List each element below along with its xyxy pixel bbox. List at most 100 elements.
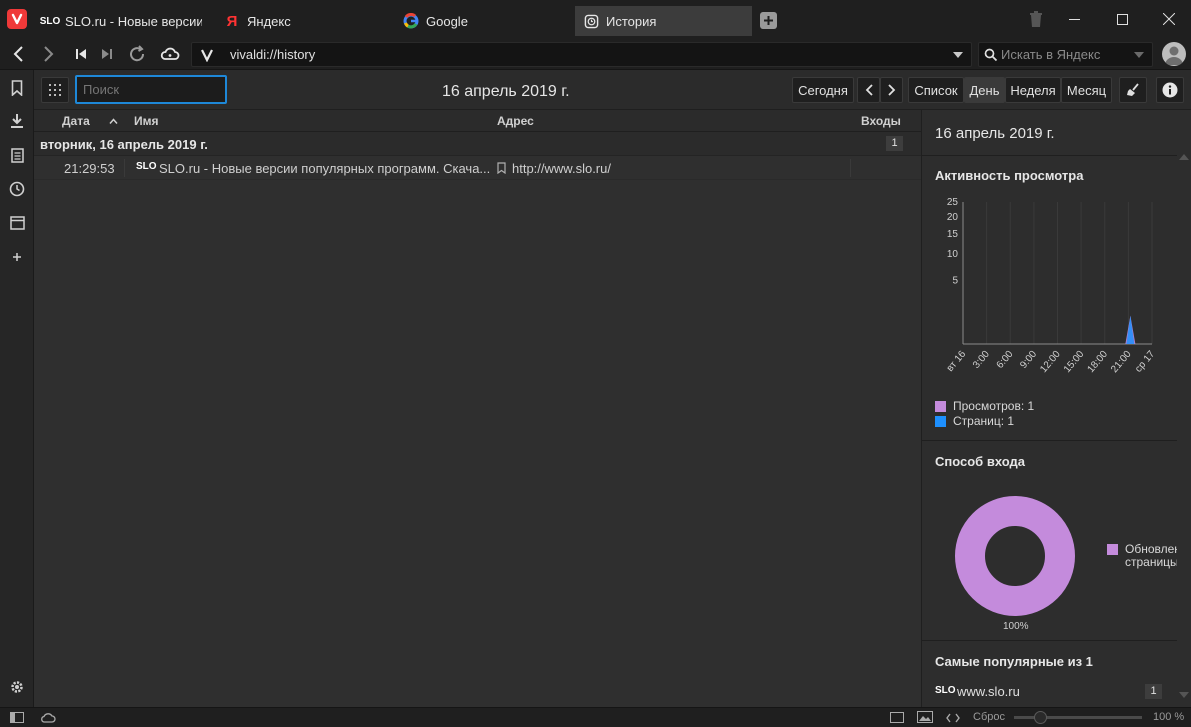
chevron-down-icon[interactable]	[1134, 52, 1144, 58]
plus-icon	[13, 253, 21, 261]
view-toolbar: Список День Неделя Месяц	[908, 70, 1191, 110]
view-week-button[interactable]: Неделя	[1005, 77, 1061, 103]
activity-title: Активность просмотра	[935, 168, 1084, 183]
entry-title: Способ входа	[935, 454, 1025, 469]
chart-x-tick-label: 12:00	[1038, 349, 1063, 376]
entry-section: Способ входа 100% Обновлен страницы	[922, 441, 1177, 641]
maximize-icon	[1116, 13, 1128, 25]
panel-toggle-icon[interactable]	[10, 712, 24, 723]
slo-logo-icon: SLO	[136, 161, 157, 172]
view-day-button[interactable]: День	[964, 77, 1005, 103]
zoom-slider[interactable]	[1014, 711, 1142, 724]
back-button[interactable]	[5, 42, 31, 66]
chart-y-tick-label: 25	[947, 197, 959, 208]
plus-icon	[764, 16, 773, 25]
tab-slo[interactable]: SLO SLO.ru - Новые версии популярных про…	[34, 6, 210, 36]
window-icon	[9, 216, 25, 230]
trash-button[interactable]	[1028, 10, 1046, 30]
column-address[interactable]: Адрес	[497, 114, 534, 128]
legend-swatch	[935, 415, 946, 427]
add-panel-button[interactable]	[7, 247, 27, 267]
code-icon[interactable]	[946, 713, 960, 723]
history-panel-button[interactable]	[7, 179, 27, 199]
table-row[interactable]: 21:29:53 SLO SLO.ru - Новые версии попул…	[34, 156, 921, 180]
zoom-reset-label[interactable]: Сброс	[973, 711, 1005, 723]
chart-x-tick-label: 3:00	[971, 349, 992, 371]
legend-swatch	[935, 400, 946, 412]
sync-cloud-icon[interactable]	[40, 712, 56, 723]
tab-yandex[interactable]: Я Яндекс	[216, 6, 392, 36]
rewind-button[interactable]	[68, 42, 94, 66]
popular-count: 1	[1145, 684, 1162, 699]
stats-date: 16 апрель 2019 г.	[935, 125, 1055, 142]
search-engine-field[interactable]: Искать в Яндекс	[978, 42, 1153, 67]
image-icon[interactable]	[917, 711, 933, 723]
info-button[interactable]	[1156, 77, 1184, 103]
chart-area-pages	[1126, 315, 1135, 344]
date-group-label: вторник, 16 апрель 2019 г.	[40, 137, 208, 152]
forward-arrow-icon	[44, 46, 54, 62]
column-visits[interactable]: Входы	[861, 114, 901, 128]
column-name[interactable]: Имя	[134, 114, 159, 128]
notes-panel-button[interactable]	[7, 145, 27, 165]
close-icon	[1163, 13, 1175, 25]
chart-x-tick-label: вт 16	[945, 349, 969, 374]
pie-percent-label: 100%	[1003, 621, 1029, 632]
fast-forward-button[interactable]	[94, 42, 120, 66]
vivaldi-menu-button[interactable]	[7, 9, 27, 29]
chart-y-tick-label: 20	[947, 212, 959, 223]
date-group-row[interactable]: вторник, 16 апрель 2019 г. 1	[34, 132, 921, 156]
scroll-down-icon[interactable]	[1179, 692, 1189, 698]
bookmark-outline-icon[interactable]	[497, 162, 506, 174]
cloud-icon	[160, 47, 180, 60]
reload-button[interactable]	[124, 42, 150, 66]
grid-dots-icon	[49, 84, 61, 96]
url-field[interactable]: vivaldi://history	[191, 42, 972, 67]
new-tab-button[interactable]	[760, 12, 777, 29]
profile-avatar[interactable]	[1162, 42, 1186, 66]
bookmarks-panel-button[interactable]	[7, 78, 27, 98]
minimize-button[interactable]	[1048, 0, 1100, 38]
column-divider	[124, 159, 125, 177]
bookmark-icon	[11, 80, 23, 96]
chart-x-tick-label: 6:00	[995, 349, 1016, 371]
history-list-header: Дата Имя Адрес Входы	[34, 110, 921, 132]
zoom-slider-thumb[interactable]	[1034, 711, 1047, 724]
next-date-button[interactable]	[880, 77, 903, 103]
history-toolbar: 16 апрель 2019 г. Сегодня	[34, 70, 921, 110]
clear-history-button[interactable]	[1119, 77, 1147, 103]
prev-date-button[interactable]	[857, 77, 880, 103]
download-icon	[11, 114, 23, 128]
chart-y-tick-label: 15	[947, 229, 959, 240]
view-list-button[interactable]: Список	[908, 77, 964, 103]
popular-item[interactable]: SLO www.slo.ru 1	[935, 684, 1165, 700]
maximize-button[interactable]	[1096, 0, 1148, 38]
zoom-value: 100 %	[1153, 711, 1185, 723]
tab-history[interactable]: История	[575, 6, 752, 36]
today-button[interactable]: Сегодня	[792, 77, 854, 103]
forward-button[interactable]	[36, 42, 62, 66]
sort-ascending-icon[interactable]	[109, 118, 118, 124]
pie-legend-line-2: страницы	[1125, 555, 1177, 569]
column-date[interactable]: Дата	[62, 114, 90, 128]
window-panel-button[interactable]	[7, 213, 27, 233]
history-search-input[interactable]	[75, 75, 227, 104]
notes-icon	[10, 147, 24, 163]
url-text: vivaldi://history	[230, 47, 316, 62]
downloads-panel-button[interactable]	[7, 111, 27, 131]
scrollbar[interactable]	[1177, 150, 1191, 707]
column-divider	[850, 159, 851, 177]
turbo-button[interactable]	[157, 42, 183, 66]
grid-view-button[interactable]	[41, 77, 69, 103]
tile-view-icon[interactable]	[890, 712, 904, 723]
view-month-button[interactable]: Месяц	[1061, 77, 1112, 103]
row-url[interactable]: http://www.slo.ru/	[512, 161, 611, 176]
info-icon	[1162, 82, 1178, 98]
row-title: SLO.ru - Новые версии популярных програм…	[159, 161, 491, 176]
scroll-up-icon[interactable]	[1179, 154, 1189, 160]
settings-button[interactable]	[7, 677, 27, 697]
close-window-button[interactable]	[1143, 0, 1191, 38]
search-placeholder: Искать в Яндекс	[1001, 47, 1101, 62]
tab-google[interactable]: Google	[395, 6, 571, 36]
chevron-down-icon[interactable]	[953, 52, 963, 58]
